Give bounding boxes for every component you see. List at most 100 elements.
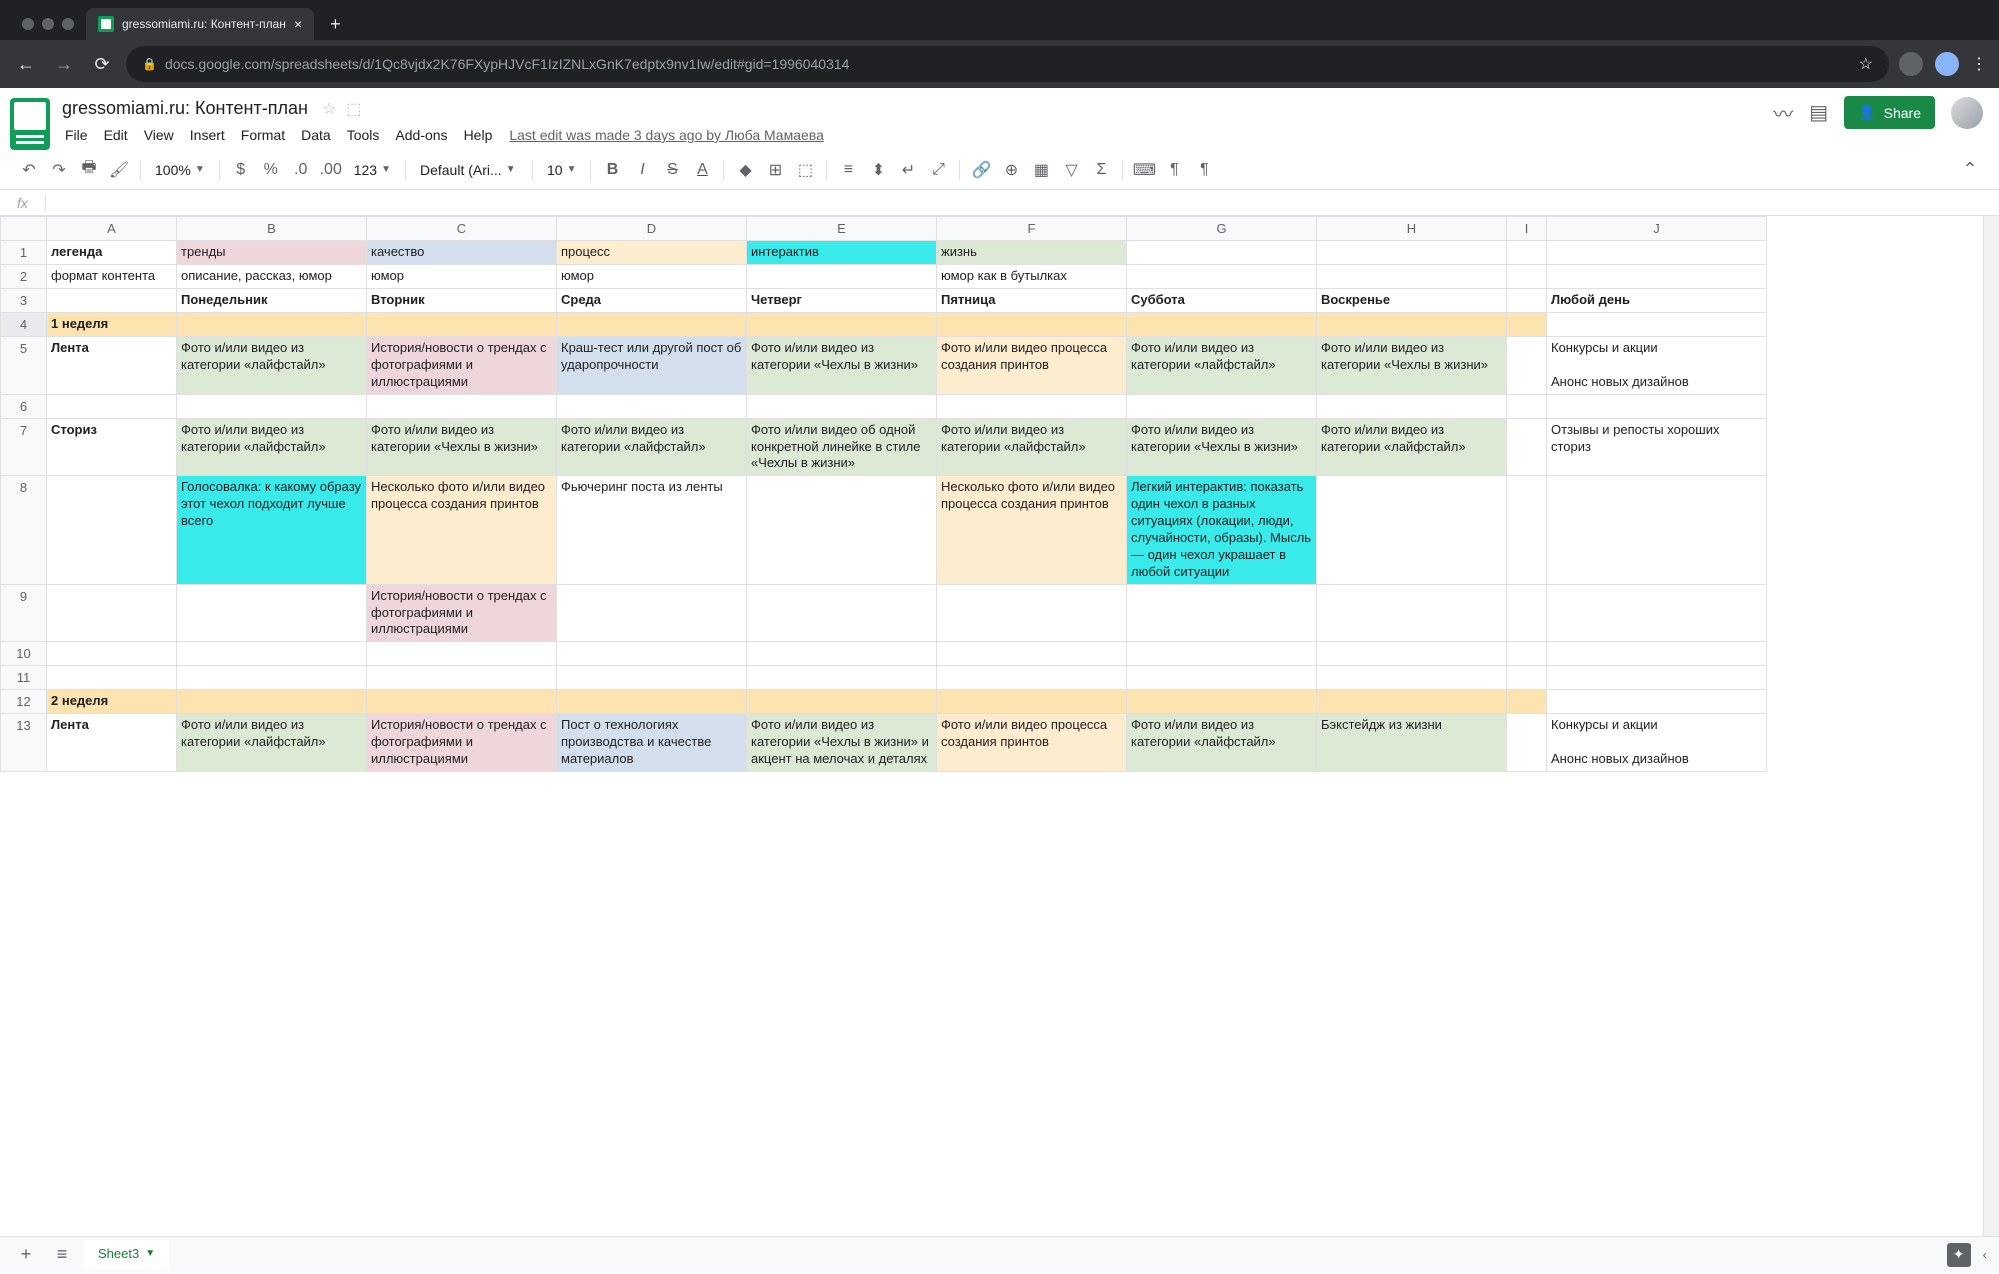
cell[interactable] (747, 476, 937, 584)
cell[interactable] (937, 394, 1127, 418)
cell[interactable]: Краш-тест или другой пост об ударопрочно… (557, 337, 747, 395)
menu-edit[interactable]: Edit (97, 123, 135, 147)
star-outline-icon[interactable]: ☆ (322, 99, 336, 119)
sheet-container[interactable]: ABCDEFGHIJ 1легендатрендыкачествопроцесс… (0, 216, 1999, 1236)
minimize-window-icon[interactable] (42, 18, 54, 30)
cell[interactable]: юмор (367, 265, 557, 289)
cell[interactable]: Фото и/или видео из категории «лайфстайл… (1127, 714, 1317, 772)
new-tab-button[interactable]: + (320, 10, 351, 39)
cell[interactable] (747, 690, 937, 714)
row-header[interactable]: 1 (1, 241, 47, 265)
close-window-icon[interactable] (22, 18, 34, 30)
cell[interactable]: Фото и/или видео из категории «Чехлы в ж… (367, 418, 557, 476)
cell[interactable] (1127, 241, 1317, 265)
cell[interactable] (1127, 584, 1317, 642)
back-button[interactable]: ← (12, 54, 40, 75)
currency-button[interactable]: $ (228, 157, 254, 183)
cell[interactable] (557, 666, 747, 690)
row-header[interactable]: 4 (1, 313, 47, 337)
cell[interactable]: Понедельник (177, 289, 367, 313)
print-button[interactable]: 🖶 (76, 157, 102, 183)
cell[interactable]: Лента (47, 337, 177, 395)
row-header[interactable]: 2 (1, 265, 47, 289)
menu-help[interactable]: Help (457, 123, 500, 147)
increase-decimal-button[interactable]: .00 (318, 157, 344, 183)
font-size-dropdown[interactable]: 10▼ (541, 158, 582, 182)
cell[interactable] (557, 642, 747, 666)
all-sheets-button[interactable]: ≡ (48, 1241, 76, 1269)
sheet-tab[interactable]: Sheet3 ▼ (84, 1240, 169, 1269)
row-header[interactable]: 10 (1, 642, 47, 666)
zoom-dropdown[interactable]: 100%▼ (149, 158, 211, 182)
forward-button[interactable]: → (50, 54, 78, 75)
row-header[interactable]: 12 (1, 690, 47, 714)
cell[interactable]: Конкурсы и акции Анонс новых дизайнов (1547, 714, 1767, 772)
cell[interactable] (47, 642, 177, 666)
user-avatar[interactable] (1951, 97, 1983, 129)
cell[interactable] (1547, 265, 1767, 289)
ltr-button[interactable]: ¶ (1191, 157, 1217, 183)
share-button[interactable]: 👤 Share (1844, 96, 1935, 129)
cell[interactable]: Фото и/или видео из категории «лайфстайл… (177, 714, 367, 772)
cell[interactable]: юмор (557, 265, 747, 289)
cell[interactable]: Конкурсы и акции Анонс новых дизайнов (1547, 337, 1767, 395)
collapse-toolbar-button[interactable]: ⌃ (1957, 157, 1983, 183)
cell[interactable] (1547, 690, 1767, 714)
cell[interactable] (1317, 584, 1507, 642)
cell[interactable] (1127, 666, 1317, 690)
col-header-C[interactable]: C (367, 217, 557, 241)
cell[interactable]: жизнь (937, 241, 1127, 265)
cell[interactable] (1507, 584, 1547, 642)
cell[interactable] (1127, 313, 1317, 337)
row-header[interactable]: 8 (1, 476, 47, 584)
cell[interactable]: интерактив (747, 241, 937, 265)
cell[interactable] (1507, 690, 1547, 714)
cell[interactable] (1507, 666, 1547, 690)
cell[interactable] (1547, 241, 1767, 265)
cell[interactable]: Отзывы и репосты хороших сториз (1547, 418, 1767, 476)
cell[interactable]: Фото и/или видео процесса создания принт… (937, 714, 1127, 772)
menu-tools[interactable]: Tools (340, 123, 387, 147)
cell[interactable]: Воскренье (1317, 289, 1507, 313)
cell[interactable] (1547, 394, 1767, 418)
cell[interactable] (747, 265, 937, 289)
explore-button[interactable]: ✦ (1947, 1243, 1971, 1267)
cell[interactable]: Любой день (1547, 289, 1767, 313)
cell[interactable] (367, 666, 557, 690)
row-header[interactable]: 5 (1, 337, 47, 395)
cell[interactable]: Фото и/или видео об одной конкретной лин… (747, 418, 937, 476)
cell[interactable]: 1 неделя (47, 313, 177, 337)
cell[interactable] (367, 313, 557, 337)
cell[interactable] (367, 394, 557, 418)
bookmark-star-icon[interactable]: ☆ (1859, 54, 1873, 74)
cell[interactable] (1507, 265, 1547, 289)
col-header-D[interactable]: D (557, 217, 747, 241)
cell[interactable] (1507, 476, 1547, 584)
cell[interactable] (1547, 666, 1767, 690)
cell[interactable]: легенда (47, 241, 177, 265)
insert-link-button[interactable]: 🔗 (968, 157, 994, 183)
cell[interactable] (177, 666, 367, 690)
insert-chart-button[interactable]: ▦ (1028, 157, 1054, 183)
redo-button[interactable]: ↷ (46, 157, 72, 183)
menu-data[interactable]: Data (294, 123, 338, 147)
cell[interactable]: юмор как в бутылках (937, 265, 1127, 289)
paint-format-button[interactable]: 🖌 (106, 157, 132, 183)
activity-icon[interactable]: 〰 (1773, 98, 1793, 127)
cell[interactable] (1507, 642, 1547, 666)
rtl-button[interactable]: ¶ (1161, 157, 1187, 183)
cell[interactable] (937, 666, 1127, 690)
cell[interactable] (1507, 313, 1547, 337)
cell[interactable]: 2 неделя (47, 690, 177, 714)
cell[interactable] (1507, 714, 1547, 772)
last-edit-link[interactable]: Last edit was made 3 days ago by Люба Ма… (501, 123, 832, 147)
cell[interactable]: Суббота (1127, 289, 1317, 313)
cell[interactable]: История/новости о трендах с фотографиями… (367, 714, 557, 772)
col-header-E[interactable]: E (747, 217, 937, 241)
cell[interactable] (1547, 313, 1767, 337)
row-header[interactable]: 9 (1, 584, 47, 642)
cell[interactable]: процесс (557, 241, 747, 265)
move-folder-icon[interactable]: ⬚ (346, 99, 361, 119)
cell[interactable]: История/новости о трендах с фотографиями… (367, 584, 557, 642)
profile-avatar-icon[interactable] (1935, 52, 1959, 76)
